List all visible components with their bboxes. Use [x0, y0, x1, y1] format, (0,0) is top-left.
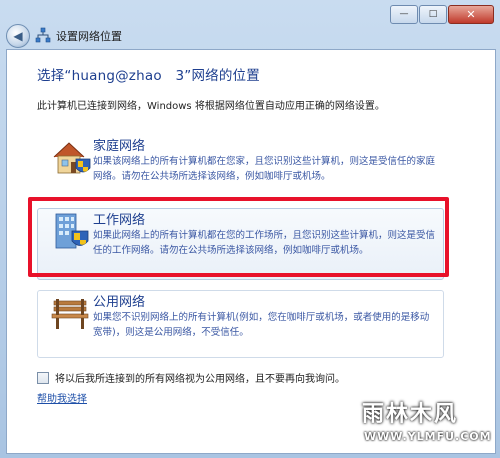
title-bar: — □ ✕ ◀ 设置网络位置	[0, 0, 500, 48]
option-public-network[interactable]: 公用网络 如果您不识别网络上的所有计算机(例如，您在咖啡厅或机场，或者使用的是移…	[37, 290, 444, 358]
option-description: 如果该网络上的所有计算机都在您家，且您识别这些计算机，则这是受信任的家庭网络。请…	[93, 156, 436, 182]
watermark-logo: 雨林木风 WWW.YLMFU.COM	[362, 396, 492, 450]
window-title: 设置网络位置	[56, 30, 122, 43]
back-arrow-icon: ◀	[13, 29, 23, 43]
help-me-choose-link[interactable]: 帮助我选择	[37, 390, 87, 405]
watermark-url: WWW.YLMFU.COM	[364, 430, 492, 443]
close-button[interactable]: ✕	[448, 5, 494, 24]
page-heading: 选择“huang@zhao 3”网络的位置	[37, 68, 260, 84]
public-default-checkbox[interactable]	[37, 371, 49, 384]
option-title: 家庭网络	[93, 139, 146, 154]
back-button[interactable]: ◀	[6, 24, 30, 48]
minimize-button[interactable]: —	[390, 5, 418, 24]
annotation-highlight-box	[28, 197, 449, 277]
maximize-button[interactable]: □	[419, 5, 447, 24]
checkbox-label: 将以后我所连接到的所有网络视为公用网络，且不要再向我询问。	[55, 374, 345, 385]
option-description: 如果您不识别网络上的所有计算机(例如，您在咖啡厅或机场，或者使用的是移动宽带)，…	[93, 312, 430, 338]
dialog-window: — □ ✕ ◀ 设置网络位置 选择“huang@zhao 3”网络的位置 此计算…	[0, 0, 500, 458]
public-network-icon	[51, 299, 89, 329]
close-icon: ✕	[466, 8, 476, 21]
caption-buttons: — □ ✕	[389, 5, 494, 24]
option-title: 公用网络	[93, 295, 146, 310]
page-description: 此计算机已连接到网络，Windows 将根据网络位置自动应用正确的网络设置。	[37, 101, 385, 112]
watermark-title: 雨林木风	[362, 402, 459, 427]
minimize-icon: —	[399, 9, 409, 19]
home-network-icon	[53, 142, 91, 174]
maximize-icon: □	[428, 9, 438, 19]
public-default-checkbox-row[interactable]: 将以后我所连接到的所有网络视为公用网络，且不要再向我询问。	[37, 370, 345, 385]
network-icon	[35, 27, 51, 43]
